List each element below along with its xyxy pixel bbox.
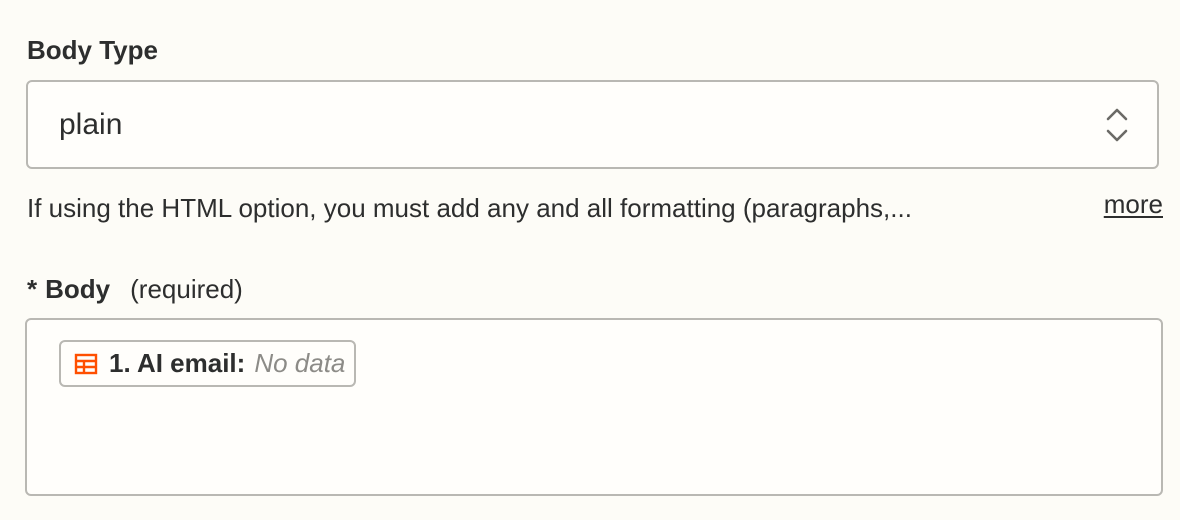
body-type-help: If using the HTML option, you must add a… [27, 189, 1163, 227]
mapped-field-label: 1. AI email: [109, 348, 246, 378]
body-input[interactable]: 1. AI email: No data [25, 318, 1163, 496]
body-type-help-text: If using the HTML option, you must add a… [27, 193, 912, 223]
required-marker: * [27, 274, 38, 304]
more-link[interactable]: more [1104, 189, 1163, 220]
mapped-field-value: No data [254, 348, 346, 378]
chevron-up-down-icon [1105, 106, 1129, 144]
body-label-row: * Body (required) [27, 276, 243, 306]
body-type-select[interactable]: plain [26, 80, 1159, 169]
body-type-selected-value: plain [59, 108, 123, 141]
table-icon [74, 352, 98, 376]
body-type-label: Body Type [27, 35, 158, 65]
body-label: Body [45, 274, 111, 304]
required-note: (required) [130, 274, 243, 304]
mapped-field-pill[interactable]: 1. AI email: No data [59, 340, 357, 387]
